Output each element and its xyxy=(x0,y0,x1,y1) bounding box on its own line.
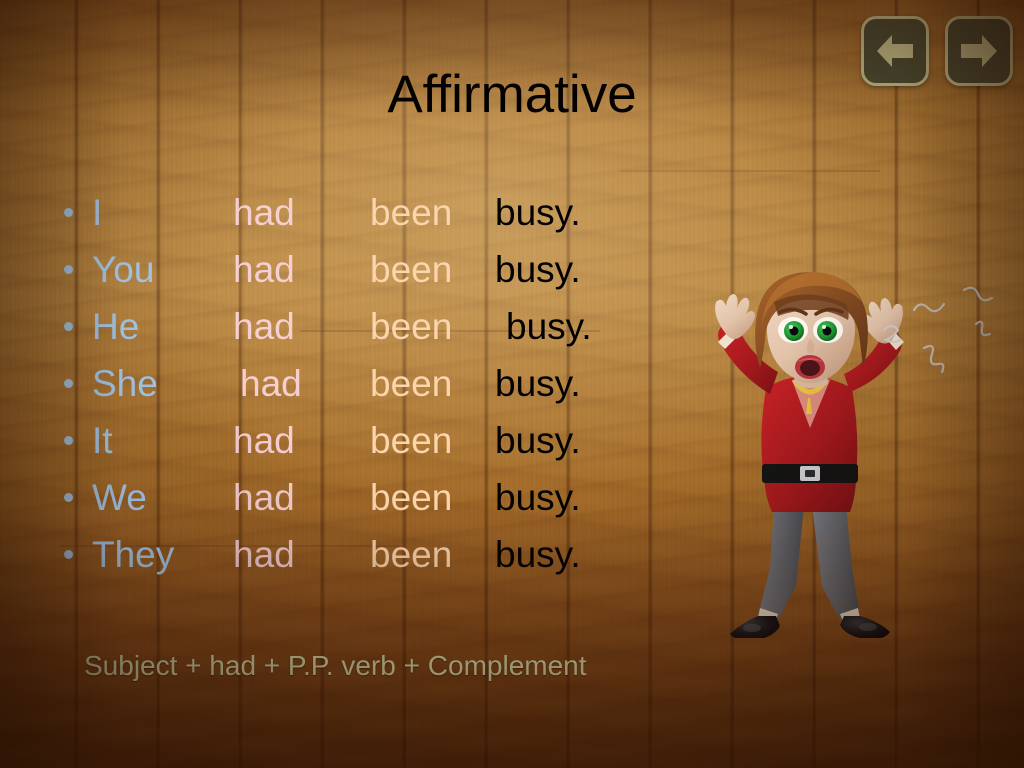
vignette-overlay xyxy=(0,0,1024,768)
slide-canvas: Affirmative xyxy=(0,0,1024,768)
